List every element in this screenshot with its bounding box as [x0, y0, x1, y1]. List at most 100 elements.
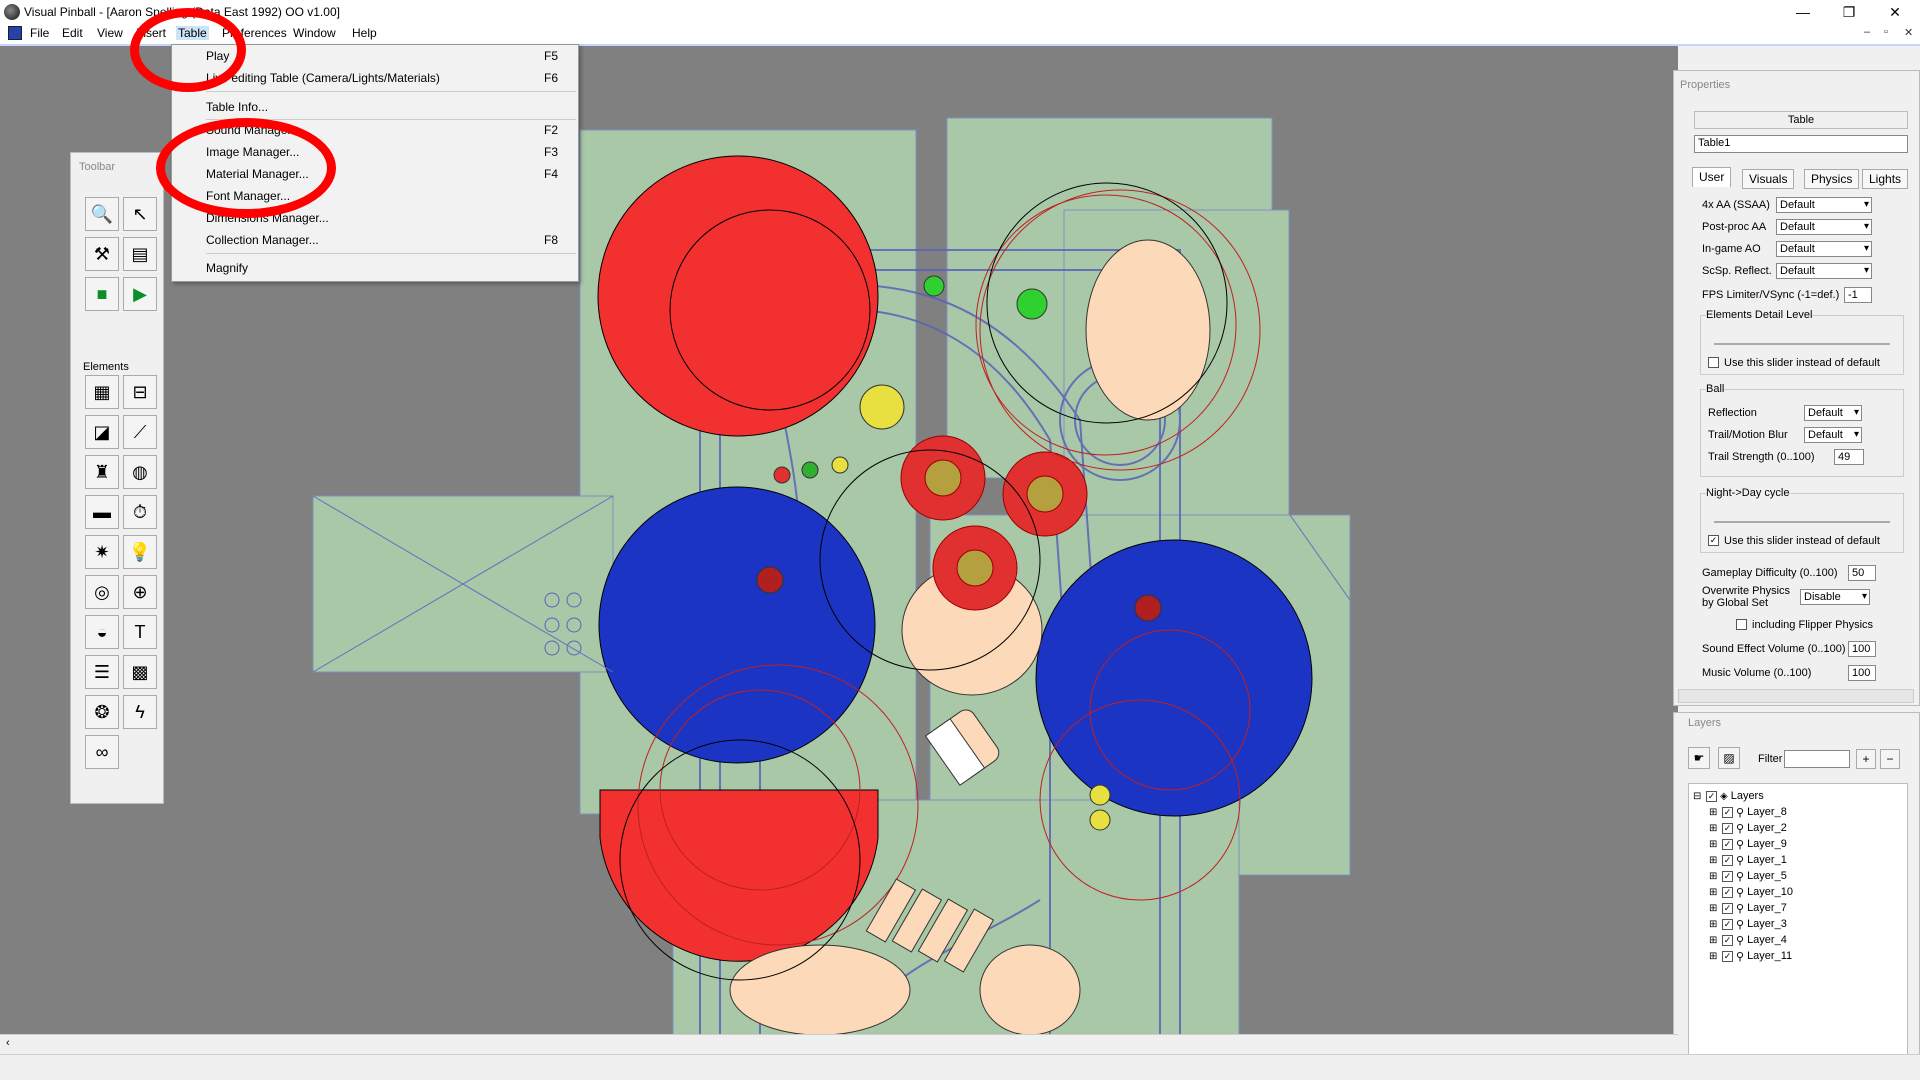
tab-physics[interactable]: Physics: [1804, 169, 1860, 189]
expand-icon[interactable]: ⊞: [1709, 855, 1719, 866]
layer-visible-checkbox[interactable]: ✓: [1722, 854, 1733, 866]
overwrite-physics-select[interactable]: Disable: [1800, 589, 1870, 605]
primitive-tool[interactable]: ❂: [85, 695, 119, 729]
light-tool[interactable]: 💡: [123, 535, 157, 569]
trail-strength-input[interactable]: 49: [1834, 449, 1864, 465]
expand-icon[interactable]: ⊞: [1709, 951, 1719, 962]
expand-icon[interactable]: ⊞: [1709, 903, 1719, 914]
layer-assign-button[interactable]: ☛: [1688, 747, 1710, 769]
reel-tool[interactable]: ☰: [85, 655, 119, 689]
timer-tool[interactable]: ⏱: [123, 495, 157, 529]
reflection-select[interactable]: Default: [1804, 405, 1862, 421]
plunger-tool[interactable]: ♜: [85, 455, 119, 489]
workspace-hscrollbar[interactable]: ‹: [0, 1034, 1678, 1054]
menu-window[interactable]: Window: [293, 26, 336, 40]
kicker-tool[interactable]: ◎: [85, 575, 119, 609]
layer-toggle-button[interactable]: ▨: [1718, 747, 1740, 769]
layer-visible-checkbox[interactable]: ✓: [1722, 918, 1733, 930]
layer-row[interactable]: ⊞ ✓ ⚲ Layer_4: [1709, 932, 1787, 948]
ramp-tool[interactable]: ◪: [85, 415, 119, 449]
menu-table-info[interactable]: Table Info...: [206, 100, 268, 114]
options-tool[interactable]: ⚒: [85, 237, 119, 271]
lightseq-tool[interactable]: ▩: [123, 655, 157, 689]
music-volume-input[interactable]: 100: [1848, 665, 1876, 681]
spinner-tool[interactable]: ▬: [85, 495, 119, 529]
aa-select[interactable]: Default: [1776, 197, 1872, 213]
play-tool[interactable]: ▶: [123, 277, 157, 311]
decal-tool[interactable]: ◒: [85, 615, 119, 649]
flipper-tool[interactable]: ⟋: [123, 415, 157, 449]
expand-icon[interactable]: ⊞: [1709, 823, 1719, 834]
difficulty-input[interactable]: 50: [1848, 565, 1876, 581]
mdi-close-button[interactable]: ✕: [1904, 26, 1913, 39]
add-layer-button[interactable]: +: [1856, 749, 1876, 769]
tab-visuals[interactable]: Visuals: [1742, 169, 1795, 189]
night-day-checkbox[interactable]: ✓: [1708, 535, 1719, 546]
flipper-physics-checkbox[interactable]: [1736, 619, 1747, 630]
expand-icon[interactable]: ⊞: [1709, 919, 1719, 930]
layer-row[interactable]: ⊞ ✓ ⚲ Layer_5: [1709, 868, 1787, 884]
trail-select[interactable]: Default: [1804, 427, 1862, 443]
scsp-select[interactable]: Default: [1776, 263, 1872, 279]
mdi-restore-button[interactable]: ▫: [1884, 26, 1888, 38]
layers-root-checkbox[interactable]: ✓: [1706, 790, 1717, 802]
layer-visible-checkbox[interactable]: ✓: [1722, 838, 1733, 850]
layer-visible-checkbox[interactable]: ✓: [1722, 934, 1733, 946]
gate-tool[interactable]: ⊟: [123, 375, 157, 409]
layer-row[interactable]: ⊞ ✓ ⚲ Layer_8: [1709, 804, 1787, 820]
expand-icon[interactable]: ⊞: [1709, 871, 1719, 882]
menu-magnify[interactable]: Magnify: [206, 261, 248, 275]
layer-visible-checkbox[interactable]: ✓: [1722, 870, 1733, 882]
layer-visible-checkbox[interactable]: ✓: [1722, 886, 1733, 898]
layer-row[interactable]: ⊞ ✓ ⚲ Layer_10: [1709, 884, 1793, 900]
rubber-tool[interactable]: ∞: [85, 735, 119, 769]
layers-root[interactable]: ⊟ ✓ ◈ Layers: [1693, 788, 1764, 804]
postproc-select[interactable]: Default: [1776, 219, 1872, 235]
layer-visible-checkbox[interactable]: ✓: [1722, 806, 1733, 818]
sound-volume-input[interactable]: 100: [1848, 641, 1876, 657]
document-icon[interactable]: [8, 26, 22, 40]
detail-level-slider[interactable]: [1714, 343, 1890, 345]
menu-live-edit[interactable]: Live editing Table (Camera/Lights/Materi…: [206, 71, 440, 85]
fps-input[interactable]: -1: [1844, 287, 1872, 303]
camera-tool[interactable]: ■: [85, 277, 119, 311]
menu-collection-manager[interactable]: Collection Manager...: [206, 233, 319, 247]
filter-input[interactable]: [1784, 750, 1850, 768]
properties-hscrollbar[interactable]: [1678, 689, 1914, 703]
layer-visible-checkbox[interactable]: ✓: [1722, 822, 1733, 834]
layer-visible-checkbox[interactable]: ✓: [1722, 950, 1733, 962]
layer-row[interactable]: ⊞ ✓ ⚲ Layer_7: [1709, 900, 1787, 916]
layer-row[interactable]: ⊞ ✓ ⚲ Layer_1: [1709, 852, 1787, 868]
close-button[interactable]: ✕: [1872, 0, 1918, 24]
tab-user[interactable]: User: [1692, 167, 1732, 187]
trigger-tool[interactable]: ✷: [85, 535, 119, 569]
detail-slider-checkbox[interactable]: [1708, 357, 1719, 368]
target-tool[interactable]: ⊕: [123, 575, 157, 609]
expand-icon[interactable]: ⊞: [1709, 887, 1719, 898]
magnify-tool[interactable]: 🔍: [85, 197, 119, 231]
menu-file[interactable]: File: [30, 26, 49, 40]
layer-row[interactable]: ⊞ ✓ ⚲ Layer_3: [1709, 916, 1787, 932]
flasher-tool[interactable]: ϟ: [123, 695, 157, 729]
collapse-icon[interactable]: ⊟: [1693, 791, 1703, 802]
bumper-tool[interactable]: ◍: [123, 455, 157, 489]
expand-icon[interactable]: ⊞: [1709, 807, 1719, 818]
select-tool[interactable]: ↖: [123, 197, 157, 231]
layer-row[interactable]: ⊞ ✓ ⚲ Layer_2: [1709, 820, 1787, 836]
layer-visible-checkbox[interactable]: ✓: [1722, 902, 1733, 914]
object-name-field[interactable]: Table1: [1694, 135, 1908, 153]
mdi-minimize-button[interactable]: –: [1864, 26, 1870, 38]
menu-edit[interactable]: Edit: [62, 26, 83, 40]
maximize-button[interactable]: ❐: [1826, 0, 1872, 24]
scroll-left-icon[interactable]: ‹: [6, 1037, 10, 1049]
tab-lights[interactable]: Lights: [1862, 169, 1909, 189]
layer-row[interactable]: ⊞ ✓ ⚲ Layer_9: [1709, 836, 1787, 852]
expand-icon[interactable]: ⊞: [1709, 935, 1719, 946]
wall-tool[interactable]: ▦: [85, 375, 119, 409]
ao-select[interactable]: Default: [1776, 241, 1872, 257]
menu-help[interactable]: Help: [352, 26, 377, 40]
menu-view[interactable]: View: [97, 26, 123, 40]
layer-row[interactable]: ⊞ ✓ ⚲ Layer_11: [1709, 948, 1792, 964]
remove-layer-button[interactable]: −: [1880, 749, 1900, 769]
expand-icon[interactable]: ⊞: [1709, 839, 1719, 850]
